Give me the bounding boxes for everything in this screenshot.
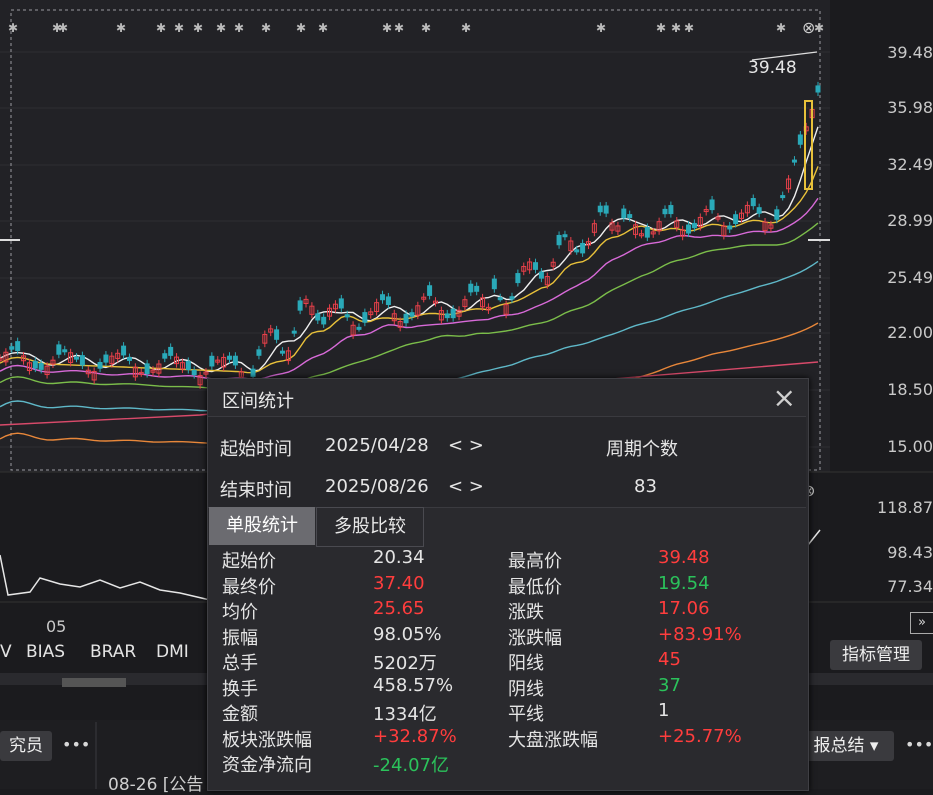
axis-label: 39.48	[887, 43, 933, 62]
end-nav[interactable]: < >	[448, 476, 484, 497]
stat-value: 45	[658, 649, 681, 670]
axis-label: 15.00	[887, 437, 933, 456]
stat-label: 起始价	[222, 551, 276, 572]
axis-label: 28.99	[887, 211, 933, 230]
svg-text:✱: ✱	[234, 21, 244, 35]
announcement-date[interactable]: 08-26 [公告	[108, 770, 203, 795]
researcher-button[interactable]: 究员	[0, 731, 52, 761]
stat-label: 阴线	[508, 678, 544, 700]
svg-text:✱: ✱	[776, 21, 786, 35]
axis-label: 32.49	[887, 155, 933, 174]
stat-value: 20.34	[373, 547, 425, 568]
start-time-label: 起始时间	[220, 439, 292, 460]
stat-label: 金额	[222, 704, 258, 725]
stat-label: 均价	[222, 602, 258, 623]
svg-text:✱: ✱	[116, 21, 126, 35]
stat-value: 19.54	[658, 572, 710, 594]
stat-value: +25.77%	[658, 725, 742, 747]
svg-text:✱: ✱	[421, 21, 431, 35]
svg-text:✱: ✱	[193, 21, 203, 35]
stat-label: 最低价	[508, 576, 562, 598]
axis-label: 25.49	[887, 268, 933, 287]
close-range-icon: ⊗	[802, 18, 815, 37]
axis-label: 98.43	[887, 543, 933, 562]
stat-label: 大盘涨跌幅	[508, 729, 598, 751]
scrollbar-thumb	[62, 678, 126, 687]
stat-value: 37	[658, 674, 681, 696]
indicator-tab[interactable]: V	[0, 642, 12, 662]
svg-text:✱: ✱	[318, 21, 328, 35]
stat-value: -24.07亿	[373, 755, 450, 776]
indicator-tab[interactable]: DMI	[156, 642, 189, 662]
end-time-label: 结束时间	[220, 480, 292, 501]
stat-value: +32.87%	[373, 725, 457, 747]
svg-text:✱: ✱	[174, 21, 184, 35]
axis-label: 118.87	[877, 498, 933, 517]
stat-value: 1334亿	[373, 704, 437, 725]
dialog-title: 区间统计	[222, 391, 294, 412]
stat-value: 1	[658, 700, 670, 721]
period-value: 83	[634, 476, 657, 497]
svg-text:✱: ✱	[461, 21, 471, 35]
svg-text:✱: ✱	[814, 21, 824, 35]
stat-label: 资金净流向	[222, 755, 312, 776]
stat-value: 98.05%	[373, 623, 442, 645]
stat-label: 涨跌	[508, 602, 544, 623]
indicator-manage-button[interactable]: 指标管理	[830, 640, 922, 670]
axis-label: 22.00	[887, 323, 933, 342]
period-label: 周期个数	[606, 439, 678, 460]
dialog-header-panel: 起始时间 2025/04/28 < > 周期个数 结束时间 2025/08/26…	[208, 416, 806, 508]
report-summary-label: 报总结	[813, 736, 865, 756]
stat-label: 阳线	[508, 653, 544, 674]
svg-text:✱: ✱	[156, 21, 166, 35]
svg-text:✱: ✱	[596, 21, 606, 35]
more-icon[interactable]: •••	[905, 735, 933, 754]
stat-value: 458.57%	[373, 674, 454, 696]
stat-value: +83.91%	[658, 623, 742, 645]
svg-text:✱: ✱	[261, 21, 271, 35]
stat-label: 板块涨跌幅	[222, 729, 312, 751]
svg-text:✱: ✱	[684, 21, 694, 35]
date-tick: 05	[46, 617, 67, 636]
report-summary-dropdown[interactable]: 报总结 ▾	[798, 731, 894, 761]
axis-label: 77.34	[887, 577, 933, 596]
stat-label: 总手	[222, 653, 258, 674]
interval-stats-dialog: 区间统计 × 起始时间 2025/04/28 < > 周期个数 结束时间 202…	[207, 378, 809, 791]
more-icon[interactable]: •••	[62, 735, 90, 754]
svg-text:✱: ✱	[296, 21, 306, 35]
stat-label: 换手	[222, 678, 258, 700]
stat-label: 振幅	[222, 627, 258, 649]
stat-label: 最高价	[508, 551, 562, 572]
axis-label: 18.50	[887, 380, 933, 399]
start-nav[interactable]: < >	[448, 435, 484, 456]
tab-single-stock[interactable]: 单股统计	[209, 507, 315, 545]
stat-value: 39.48	[658, 547, 710, 568]
svg-text:✱: ✱	[8, 21, 18, 35]
start-time-value[interactable]: 2025/04/28	[325, 435, 429, 456]
indicator-tab[interactable]: BRAR	[90, 642, 136, 662]
axis-label: 35.98	[887, 98, 933, 117]
stat-value: 25.65	[373, 598, 425, 619]
stat-label: 涨跌幅	[508, 627, 562, 649]
svg-text:✱: ✱	[58, 21, 68, 35]
stat-label: 平线	[508, 704, 544, 725]
price-annotation: 39.48	[748, 58, 797, 78]
svg-text:✱: ✱	[382, 21, 392, 35]
tab-multi-compare[interactable]: 多股比较	[316, 507, 424, 547]
close-icon[interactable]: ×	[773, 381, 796, 414]
stat-value: 5202万	[373, 653, 437, 674]
stat-value: 37.40	[373, 572, 425, 594]
expand-icon[interactable]: »	[910, 612, 933, 634]
svg-text:✱: ✱	[216, 21, 226, 35]
svg-text:✱: ✱	[671, 21, 681, 35]
svg-text:✱: ✱	[394, 21, 404, 35]
stat-label: 最终价	[222, 576, 276, 598]
svg-text:✱: ✱	[656, 21, 666, 35]
end-time-value[interactable]: 2025/08/26	[325, 476, 429, 497]
indicator-tab[interactable]: BIAS	[26, 642, 65, 662]
stock-chart-window: ✱✱✱✱✱✱✱✱✱✱✱✱✱✱✱✱✱✱✱✱✱✱ ⊗ ⊗ 39.48 35.98 3…	[0, 0, 933, 795]
stat-value: 17.06	[658, 598, 710, 619]
